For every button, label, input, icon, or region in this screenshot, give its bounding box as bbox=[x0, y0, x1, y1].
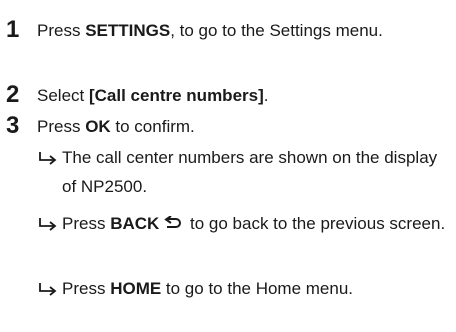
result-text-pre: Press bbox=[62, 214, 111, 233]
right-hook-arrow-icon bbox=[39, 283, 57, 296]
right-hook-arrow-icon bbox=[39, 152, 57, 165]
step-text-pre: Select bbox=[37, 86, 89, 105]
step-number: 3 bbox=[6, 112, 20, 139]
step-text-pre: Press bbox=[37, 21, 86, 40]
back-key: BACK bbox=[110, 214, 160, 233]
settings-key: SETTINGS bbox=[85, 21, 171, 40]
result-text: Press BACK to go back to the previous sc… bbox=[62, 209, 447, 238]
result-text-pre: Press bbox=[62, 279, 111, 298]
step-text: Press OK to confirm. bbox=[37, 112, 437, 141]
home-key: HOME bbox=[110, 279, 162, 298]
step-number: 1 bbox=[6, 16, 20, 43]
result-text: Press HOME to go to the Home menu. bbox=[62, 274, 447, 303]
step-text-post: , to go to the Settings menu. bbox=[170, 21, 383, 40]
step-number: 2 bbox=[6, 81, 20, 108]
step-text: Press SETTINGS, to go to the Settings me… bbox=[37, 16, 437, 45]
step-text: Select [Call centre numbers]. bbox=[37, 81, 437, 110]
back-arrow-icon bbox=[164, 216, 182, 228]
result-text-post: to go to the Home menu. bbox=[161, 279, 354, 298]
right-hook-arrow-icon bbox=[39, 218, 57, 231]
ok-key: OK bbox=[85, 117, 111, 136]
result-text-post: to go back to the previous screen. bbox=[185, 214, 446, 233]
result-text: The call center numbers are shown on the… bbox=[62, 148, 438, 196]
step-text-post: . bbox=[263, 86, 269, 105]
instruction-page: 1 Press SETTINGS, to go to the Settings … bbox=[0, 0, 456, 332]
step-text-pre: Press bbox=[37, 117, 86, 136]
menu-option-call-centre-numbers: [Call centre numbers] bbox=[88, 86, 264, 105]
step-text-post: to confirm. bbox=[110, 117, 195, 136]
